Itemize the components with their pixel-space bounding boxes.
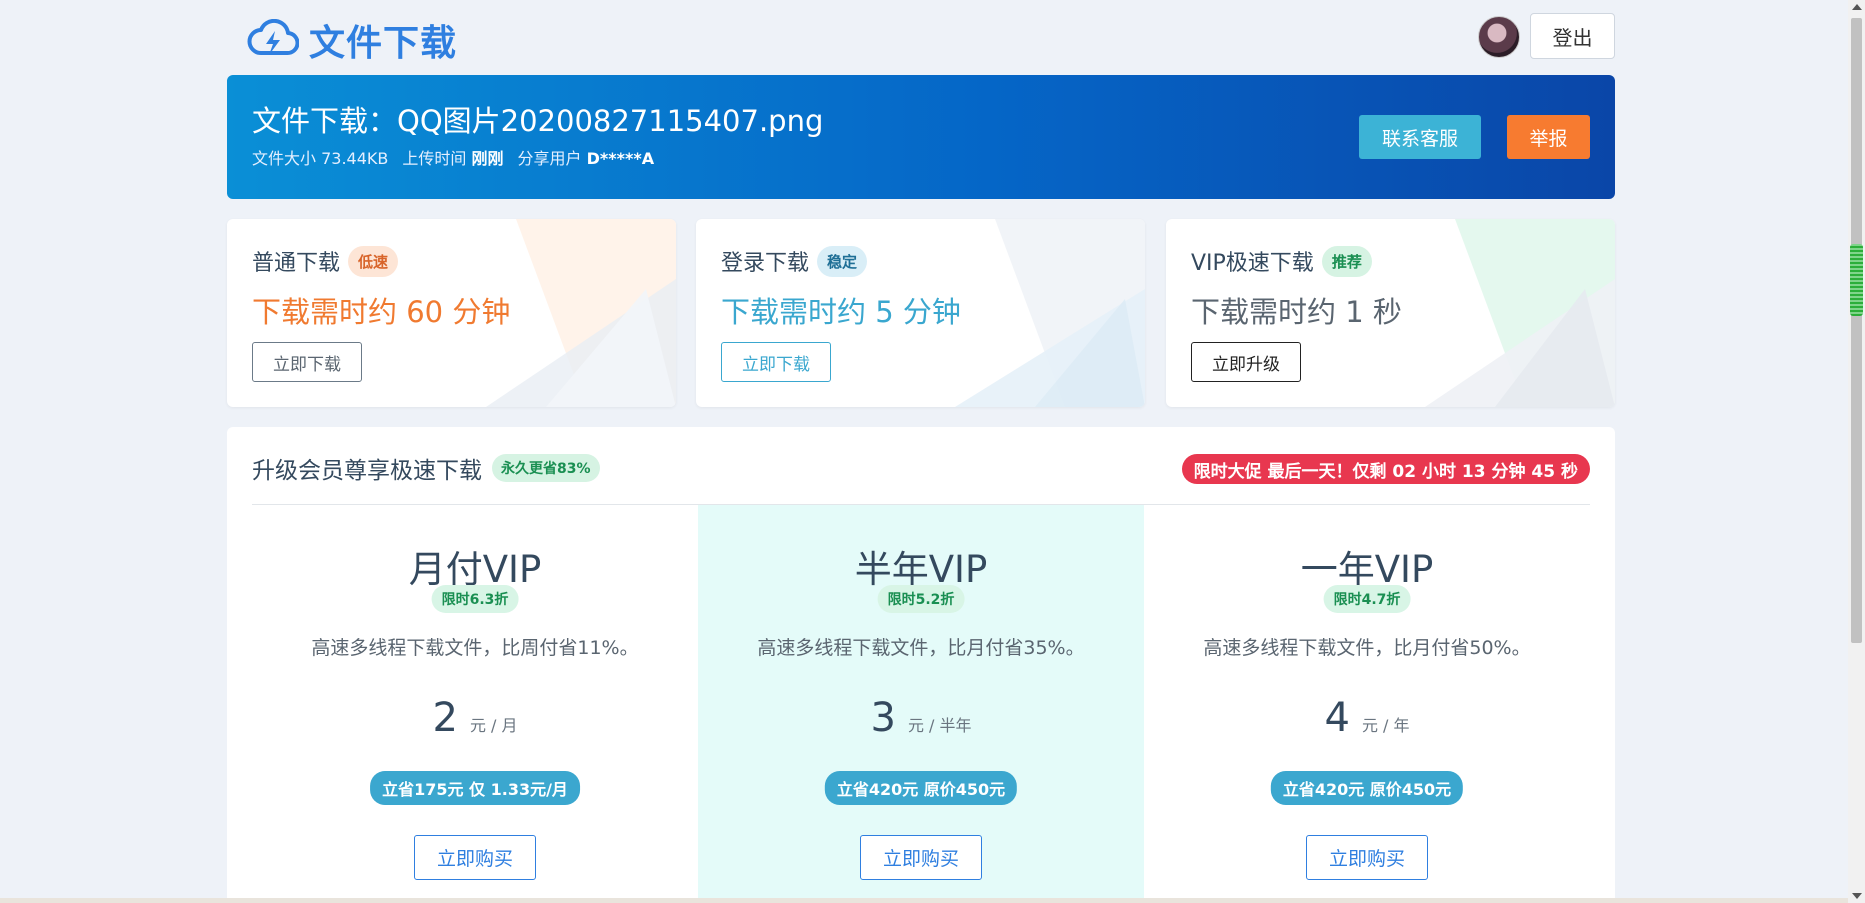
file-title: 文件下载：QQ图片20200827115407.png	[252, 104, 824, 138]
brand-name: 文件下载	[309, 23, 458, 64]
price-unit: 元 / 月	[469, 716, 518, 735]
plan-savings-badge: 立省175元 仅 1.33元/月	[370, 771, 580, 805]
price-value: 4	[1324, 695, 1350, 741]
price-unit: 元 / 半年	[907, 716, 972, 735]
plan-savings-badge: 立省420元 原价450元	[824, 771, 1018, 805]
vip-upgrade-section: 升级会员尊享极速下载 永久更省83% 限时大促 最后一天！仅剩 02 小时 13…	[227, 427, 1615, 903]
buy-now-button[interactable]: 立即购买	[860, 835, 982, 880]
scrollbar-thumb[interactable]	[1851, 18, 1862, 643]
card-decoration	[1425, 219, 1615, 407]
plan-savings-badge: 立省420元 原价450元	[1270, 771, 1464, 805]
card-decoration	[955, 219, 1145, 407]
scroll-down-arrow-icon[interactable]	[1852, 893, 1862, 899]
cloud-lightning-icon	[247, 19, 299, 55]
plan-monthly: 月付VIP 限时6.3折 高速多线程下载文件，比周付省11%。 2 元 / 月 …	[252, 505, 698, 903]
plan-description: 高速多线程下载文件，比月付省35%。	[757, 637, 1085, 659]
plan-description: 高速多线程下载文件，比周付省11%。	[311, 637, 639, 659]
upgrade-now-button[interactable]: 立即升级	[1191, 342, 1301, 382]
vip-download-card: VIP极速下载 推荐 下载需时约 1 秒 立即升级	[1166, 219, 1615, 407]
scroll-position-marker	[1850, 244, 1863, 316]
card-header: VIP极速下载 推荐	[1191, 245, 1372, 277]
contact-support-button[interactable]: 联系客服	[1359, 115, 1481, 159]
slow-badge: 低速	[348, 245, 399, 277]
file-size-value: 73.44KB	[321, 149, 389, 168]
plan-price: 4 元 / 年	[1144, 695, 1590, 741]
plan-discount-badge: 限时6.3折	[431, 585, 519, 613]
price-value: 3	[870, 695, 896, 741]
plan-price: 2 元 / 月	[252, 695, 698, 741]
card-header: 登录下载 稳定	[721, 245, 868, 277]
file-size-label: 文件大小	[252, 149, 317, 168]
card-title: VIP极速下载	[1191, 251, 1314, 276]
vip-header: 升级会员尊享极速下载 永久更省83%	[252, 451, 600, 485]
plan-description: 高速多线程下载文件，比月付省50%。	[1203, 637, 1531, 659]
share-user: 分享用户 D*****A	[518, 145, 655, 169]
plan-price: 3 元 / 半年	[698, 695, 1144, 741]
login-download-card: 登录下载 稳定 下载需时约 5 分钟 立即下载	[696, 219, 1145, 407]
file-info-banner: 文件下载：QQ图片20200827115407.png 文件大小 73.44KB…	[227, 75, 1615, 199]
avatar[interactable]	[1478, 16, 1520, 58]
recommended-badge: 推荐	[1321, 245, 1372, 277]
download-now-button[interactable]: 立即下载	[721, 342, 831, 382]
plan-discount-badge: 限时5.2折	[877, 585, 965, 613]
price-value: 2	[432, 695, 458, 741]
download-time: 下载需时约 60 分钟	[252, 295, 511, 329]
file-size: 文件大小 73.44KB	[252, 145, 388, 169]
scroll-up-arrow-icon[interactable]	[1852, 4, 1862, 10]
promo-countdown-badge: 限时大促 最后一天！仅剩 02 小时 13 分钟 45 秒	[1181, 454, 1590, 484]
card-header: 普通下载 低速	[252, 245, 399, 277]
vertical-scrollbar[interactable]	[1848, 0, 1865, 903]
buy-now-button[interactable]: 立即购买	[1306, 835, 1428, 880]
normal-download-card: 普通下载 低速 下载需时约 60 分钟 立即下载	[227, 219, 676, 407]
share-user-label: 分享用户	[517, 149, 582, 168]
plan-discount-badge: 限时4.7折	[1323, 585, 1411, 613]
card-title: 普通下载	[252, 251, 341, 276]
file-meta: 文件大小 73.44KB 上传时间 刚刚 分享用户 D*****A	[252, 145, 654, 169]
buy-now-button[interactable]: 立即购买	[414, 835, 536, 880]
upload-time-label: 上传时间	[402, 149, 467, 168]
download-time: 下载需时约 1 秒	[1191, 295, 1402, 329]
card-title: 登录下载	[721, 251, 810, 276]
stable-badge: 稳定	[817, 245, 868, 277]
bottom-strip	[0, 898, 1848, 903]
upload-time: 上传时间 刚刚	[402, 145, 503, 169]
price-unit: 元 / 年	[1361, 716, 1410, 735]
share-user-value: D*****A	[586, 149, 655, 168]
logout-button[interactable]: 登出	[1530, 13, 1615, 59]
logo[interactable]: 文件下载	[247, 14, 457, 66]
top-bar: 文件下载 登出	[227, 0, 1615, 75]
savings-badge: 永久更省83%	[492, 454, 600, 482]
download-now-button[interactable]: 立即下载	[252, 342, 362, 382]
report-button[interactable]: 举报	[1507, 115, 1590, 159]
plan-half-year: 半年VIP 限时5.2折 高速多线程下载文件，比月付省35%。 3 元 / 半年…	[698, 505, 1144, 903]
plan-yearly: 一年VIP 限时4.7折 高速多线程下载文件，比月付省50%。 4 元 / 年 …	[1144, 505, 1590, 903]
vip-title: 升级会员尊享极速下载	[252, 458, 482, 484]
card-decoration	[486, 219, 676, 407]
download-time: 下载需时约 5 分钟	[721, 295, 961, 329]
upload-time-value: 刚刚	[471, 149, 504, 168]
